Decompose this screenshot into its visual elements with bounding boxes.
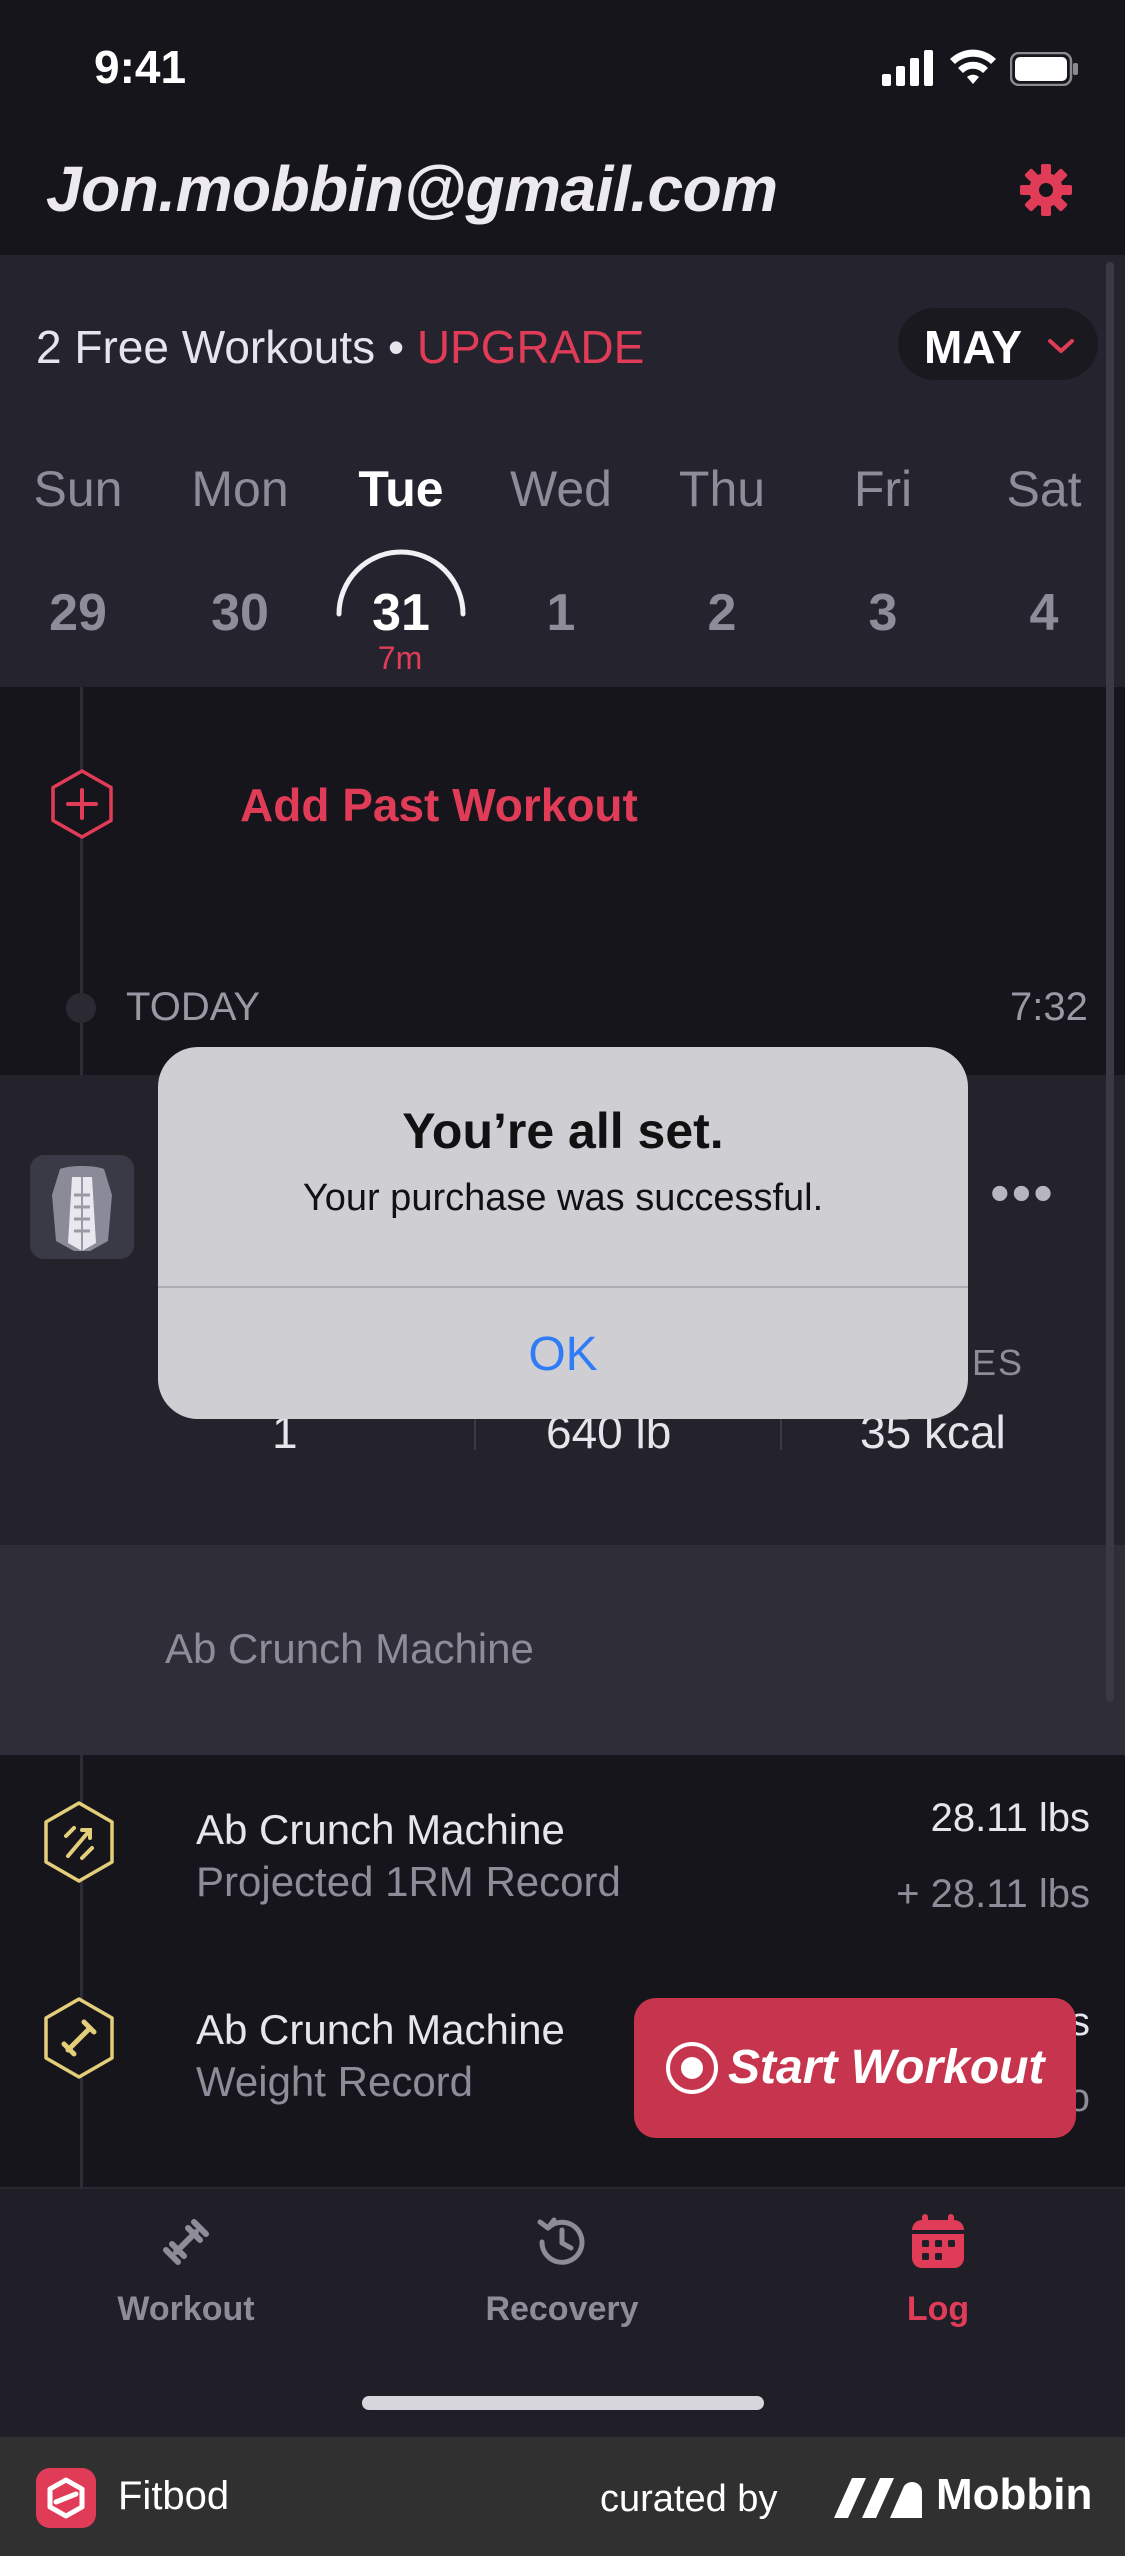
app-name: Fitbod bbox=[118, 2474, 230, 2518]
cellular-signal-icon bbox=[882, 50, 933, 86]
curated-by-label: curated by bbox=[600, 2478, 778, 2520]
fitbod-logo-icon bbox=[36, 2468, 96, 2528]
status-time: 9:41 bbox=[94, 41, 187, 93]
mobbin-logo-icon bbox=[834, 2478, 922, 2518]
battery-icon bbox=[1010, 52, 1078, 86]
alert-title: You’re all set. bbox=[402, 1103, 724, 1159]
alert-message: Your purchase was successful. bbox=[302, 1177, 824, 1219]
mobbin-brand: Mobbin bbox=[936, 2470, 1093, 2519]
wifi-icon bbox=[950, 49, 996, 84]
alert-ok-button[interactable]: OK bbox=[158, 1290, 968, 1419]
alert-divider bbox=[158, 1286, 968, 1288]
